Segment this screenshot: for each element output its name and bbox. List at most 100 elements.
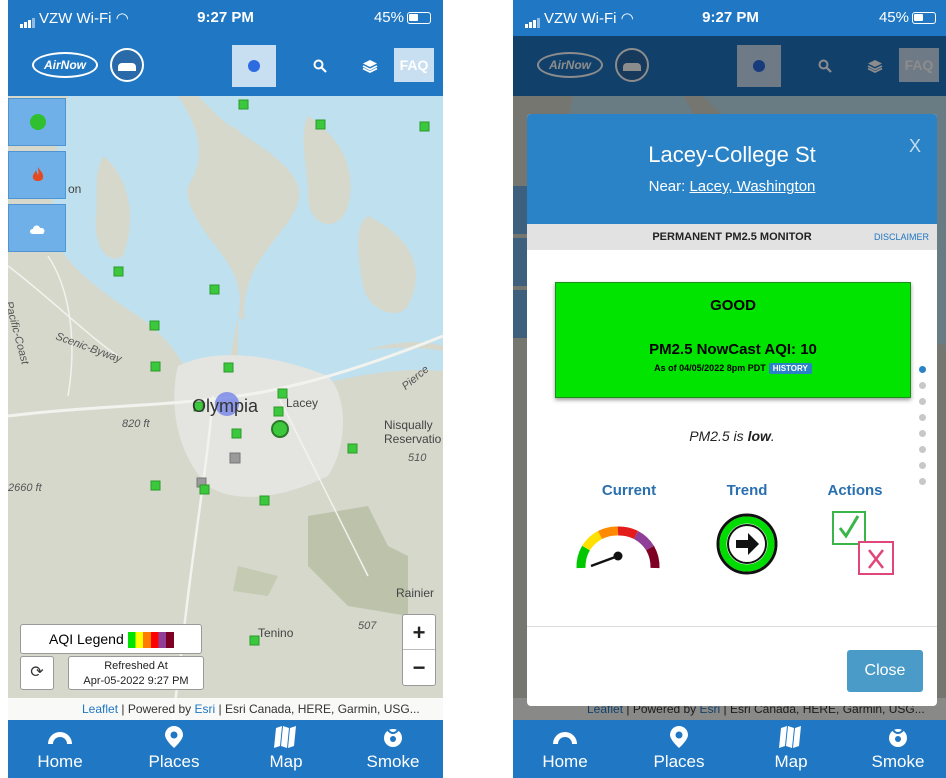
aqi-marker[interactable] bbox=[223, 362, 234, 373]
battery-label: 45% bbox=[878, 9, 909, 26]
pager-dot[interactable] bbox=[919, 382, 926, 389]
map-attribution: Leaflet | Powered by Esri | Esri Canada,… bbox=[8, 698, 443, 720]
current-tab-label[interactable]: Current bbox=[579, 482, 679, 499]
aqi-marker[interactable] bbox=[199, 484, 210, 495]
aqi-dot-icon bbox=[30, 114, 46, 130]
battery: 45% bbox=[374, 9, 431, 26]
layers-button[interactable] bbox=[348, 45, 392, 87]
aqi-marker[interactable] bbox=[209, 284, 220, 295]
elevation-label: 820 ft bbox=[122, 418, 150, 430]
map-pin-icon bbox=[629, 726, 729, 750]
tab-smoke-label: Smoke bbox=[871, 752, 925, 771]
tab-places[interactable]: Places bbox=[124, 720, 224, 778]
elevation-label: 2660 ft bbox=[8, 482, 42, 494]
layer-aqi-button[interactable] bbox=[8, 98, 66, 146]
selected-monitor-marker[interactable] bbox=[271, 420, 289, 438]
refreshed-time: Apr-05-2022 9:27 PM bbox=[83, 675, 189, 687]
close-button[interactable]: Close bbox=[847, 650, 923, 692]
layers-icon bbox=[362, 59, 378, 73]
pager-dot[interactable] bbox=[919, 462, 926, 469]
map-view[interactable]: Olympia Lacey Nisqually Reservatio 820 f… bbox=[8, 96, 443, 720]
smoke-icon bbox=[848, 726, 946, 750]
aqi-marker-nodata[interactable] bbox=[229, 452, 241, 464]
tab-map-label: Map bbox=[269, 752, 303, 771]
actions-tab-label[interactable]: Actions bbox=[805, 482, 905, 499]
zoom-in-button[interactable]: + bbox=[403, 615, 435, 650]
attribution-text: | Powered by bbox=[118, 702, 195, 716]
battery-icon bbox=[912, 12, 936, 25]
modal-header: Lacey-College St Near: Lacey, Washington… bbox=[527, 114, 937, 224]
pager-dot[interactable] bbox=[919, 398, 926, 405]
actions-checklist-icon[interactable] bbox=[829, 508, 899, 578]
tab-places[interactable]: Places bbox=[629, 720, 729, 778]
leaflet-link[interactable]: Leaflet bbox=[82, 702, 118, 716]
aqi-marker[interactable] bbox=[419, 121, 430, 132]
tab-home-label: Home bbox=[542, 752, 588, 771]
history-button[interactable]: HISTORY bbox=[768, 363, 812, 374]
pager-dot[interactable] bbox=[919, 478, 926, 485]
tab-home[interactable]: Home bbox=[10, 720, 110, 778]
place-label-tenino: Tenino bbox=[258, 626, 294, 640]
tab-map[interactable]: Map bbox=[236, 720, 336, 778]
aqi-legend-button[interactable]: AQI Legend bbox=[20, 624, 202, 654]
esri-link[interactable]: Esri bbox=[195, 702, 216, 716]
place-label-fragment: on bbox=[68, 182, 82, 196]
tab-smoke[interactable]: Smoke bbox=[848, 720, 946, 778]
search-button[interactable] bbox=[298, 45, 342, 87]
place-label-rainier: Rainier bbox=[396, 586, 435, 600]
route-label: 507 bbox=[358, 620, 377, 632]
monitor-detail-screen: VZW Wi-Fi ◠ 9:27 PM 45% AirNow FAQ Leafl… bbox=[513, 0, 946, 778]
layer-fire-button[interactable] bbox=[8, 151, 66, 199]
map-view-button[interactable] bbox=[232, 45, 276, 87]
pager-dot[interactable] bbox=[919, 366, 926, 373]
near-place-link[interactable]: Lacey, Washington bbox=[689, 178, 815, 195]
close-icon[interactable]: X bbox=[909, 136, 921, 157]
aqi-marker[interactable] bbox=[315, 119, 326, 130]
aqi-marker[interactable] bbox=[231, 428, 242, 439]
map-icon bbox=[236, 726, 336, 750]
faq-button[interactable]: FAQ bbox=[394, 48, 434, 82]
aqi-marker[interactable] bbox=[273, 406, 284, 417]
zoom-control: + − bbox=[402, 614, 436, 686]
pager-dot[interactable] bbox=[919, 446, 926, 453]
disclaimer-link[interactable]: DISCLAIMER bbox=[874, 224, 929, 250]
aqi-legend-label: AQI Legend bbox=[49, 631, 124, 647]
zoom-out-button[interactable]: − bbox=[403, 650, 435, 685]
current-gauge-icon[interactable] bbox=[573, 512, 663, 574]
aqi-card[interactable]: GOOD PM2.5 NowCast AQI: 10 As of 04/05/2… bbox=[555, 282, 911, 398]
aqi-marker[interactable] bbox=[259, 495, 270, 506]
tab-map[interactable]: Map bbox=[741, 720, 841, 778]
monitor-title: Lacey-College St bbox=[648, 142, 816, 167]
refresh-icon: ⟳ bbox=[30, 664, 44, 681]
aqi-value: PM2.5 NowCast AQI: 10 bbox=[649, 341, 817, 358]
cloud-icon bbox=[30, 225, 45, 234]
trend-tab-label[interactable]: Trend bbox=[697, 482, 797, 499]
tab-smoke[interactable]: Smoke bbox=[343, 720, 443, 778]
aqi-marker[interactable] bbox=[149, 320, 160, 331]
tab-bar: Home Places Map Smoke bbox=[513, 720, 946, 778]
pm-msg-suffix: . bbox=[770, 428, 775, 444]
app-header: AirNow FAQ bbox=[8, 36, 443, 96]
home-gauge-icon bbox=[515, 726, 615, 750]
pager-dot[interactable] bbox=[919, 414, 926, 421]
epa-logo[interactable] bbox=[110, 48, 144, 82]
trend-arrow-icon[interactable] bbox=[715, 512, 779, 576]
aqi-timestamp: As of 04/05/2022 8pm PDT HISTORY bbox=[556, 363, 910, 374]
aqi-marker[interactable] bbox=[113, 266, 124, 277]
tab-map-label: Map bbox=[774, 752, 808, 771]
monitor-detail-modal: Lacey-College St Near: Lacey, Washington… bbox=[527, 114, 937, 706]
tab-places-label: Places bbox=[148, 752, 200, 771]
search-icon bbox=[313, 59, 327, 73]
airnow-logo[interactable]: AirNow bbox=[32, 52, 98, 78]
aqi-marker[interactable] bbox=[238, 99, 249, 110]
refresh-button[interactable]: ⟳ bbox=[20, 656, 54, 690]
aqi-marker[interactable] bbox=[347, 443, 358, 454]
monitor-type-bar: PERMANENT PM2.5 MONITOR DISCLAIMER bbox=[527, 224, 937, 250]
layer-smoke-button[interactable] bbox=[8, 204, 66, 252]
tab-home[interactable]: Home bbox=[515, 720, 615, 778]
aqi-marker[interactable] bbox=[150, 361, 161, 372]
aqi-marker[interactable] bbox=[150, 480, 161, 491]
city-label-lacey: Lacey bbox=[286, 396, 319, 410]
aqi-category: GOOD bbox=[710, 297, 756, 314]
pm-msg-prefix: PM2.5 is bbox=[689, 428, 748, 444]
